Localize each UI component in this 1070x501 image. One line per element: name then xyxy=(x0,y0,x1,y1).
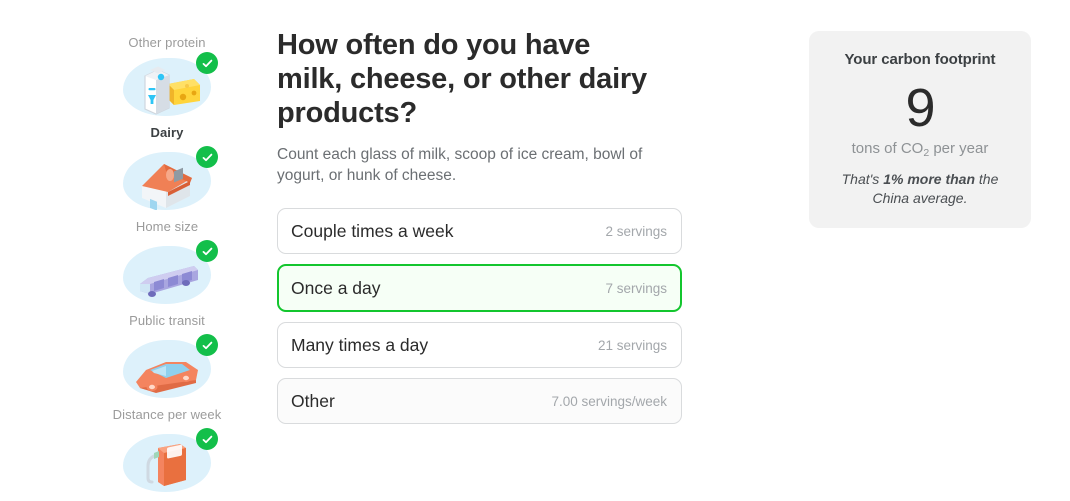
bus-glyph xyxy=(140,266,198,297)
check-circle-icon xyxy=(196,146,218,168)
sidebar-item-label: Public transit xyxy=(129,313,205,328)
dairy-glyph xyxy=(144,66,200,115)
other-protein-icon xyxy=(115,0,219,32)
carbon-footprint-title: Your carbon footprint xyxy=(844,51,996,68)
sidebar-item-public-transit[interactable]: Public transit xyxy=(96,240,238,328)
distance-per-week-icon xyxy=(115,334,219,404)
sidebar-item-other-protein[interactable]: Other protein xyxy=(96,0,238,50)
option-value: 21 servings xyxy=(597,337,667,353)
option-many-times-a-day[interactable]: Many times a day 21 servings xyxy=(277,322,682,368)
sidebar-item-dairy[interactable]: Dairy xyxy=(96,52,238,140)
option-couple-times-a-week[interactable]: Couple times a week 2 servings xyxy=(277,208,682,254)
carbon-footprint-value: 9 xyxy=(905,78,935,138)
check-circle-icon xyxy=(196,52,218,74)
check-circle-icon xyxy=(196,334,218,356)
option-value: 7 servings xyxy=(605,280,667,296)
sidebar-item-fuel-efficiency[interactable]: Fuel efficiency xyxy=(96,428,238,501)
question-subtitle: Count each glass of milk, scoop of ice c… xyxy=(277,146,643,184)
check-circle-icon xyxy=(196,240,218,262)
comparison-highlight: 1% more than xyxy=(883,171,976,187)
house-glyph xyxy=(142,164,192,210)
fuel-efficiency-icon xyxy=(115,428,219,498)
carbon-calculator-page: Other protein Dairy Home size Public tra… xyxy=(0,0,1070,501)
units-subscript: 2 xyxy=(923,147,930,159)
sidebar-item-distance-per-week[interactable]: Distance per week xyxy=(96,334,238,422)
option-other[interactable]: Other 7.00 servings/week xyxy=(277,378,682,424)
public-transit-icon xyxy=(115,240,219,310)
fuel-pump-glyph xyxy=(146,444,186,486)
home-size-icon xyxy=(115,146,219,216)
units-suffix: per year xyxy=(929,140,989,157)
option-label: Couple times a week xyxy=(291,220,454,241)
answer-options-list: Couple times a week 2 servings Once a da… xyxy=(277,208,682,424)
sidebar-item-label: Dairy xyxy=(150,125,184,140)
option-value: 7.00 servings/week xyxy=(551,393,667,409)
question-panel: How often do you have milk, cheese, or o… xyxy=(277,28,682,434)
option-value: 2 servings xyxy=(605,223,667,239)
sidebar-item-home-size[interactable]: Home size xyxy=(96,146,238,234)
sidebar-item-label: Other protein xyxy=(128,35,206,50)
units-prefix: tons of CO xyxy=(851,140,924,157)
check-circle-icon xyxy=(196,428,218,450)
option-label: Once a day xyxy=(291,277,381,298)
carbon-footprint-comparison: That's 1% more than the China average. xyxy=(825,170,1015,208)
sidebar-item-label: Distance per week xyxy=(112,407,222,422)
category-sidebar: Other protein Dairy Home size Public tra… xyxy=(96,0,238,501)
carbon-footprint-units: tons of CO2 per year xyxy=(825,140,1015,159)
sidebar-item-label: Home size xyxy=(135,219,199,234)
dairy-icon xyxy=(115,52,219,122)
option-label: Many times a day xyxy=(291,334,429,355)
comparison-prefix: That's xyxy=(841,171,884,187)
carbon-footprint-card: Your carbon footprint 9 tons of CO2 per … xyxy=(809,31,1031,228)
question-title: How often do you have milk, cheese, or o… xyxy=(277,29,647,129)
option-label: Other xyxy=(291,390,335,411)
option-once-a-day[interactable]: Once a day 7 servings xyxy=(277,264,682,312)
